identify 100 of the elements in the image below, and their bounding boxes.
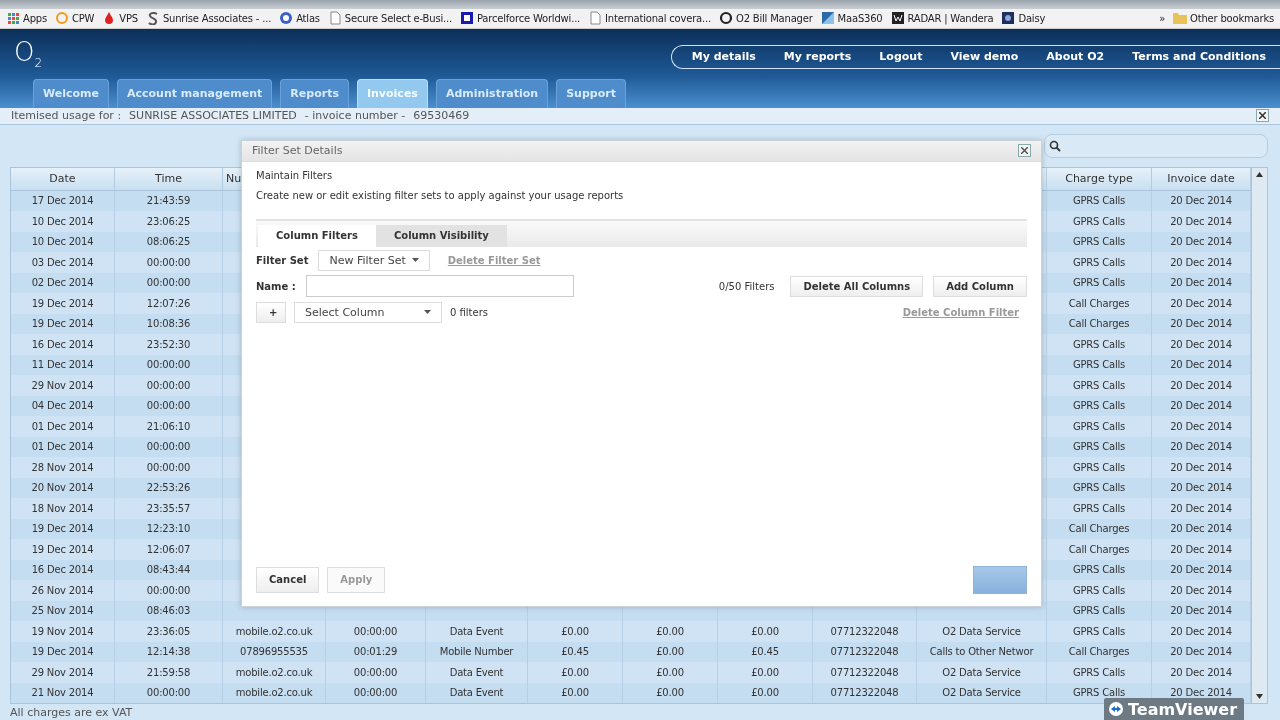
- table-cell: O2 Data Service: [917, 621, 1047, 642]
- footer-note: All charges are ex VAT: [10, 705, 133, 719]
- swirl-icon: [145, 11, 160, 26]
- bookmark[interactable]: Daisy: [1001, 11, 1046, 26]
- table-cell: GPRS Calls: [1047, 498, 1152, 519]
- search-field[interactable]: [1044, 133, 1268, 158]
- table-cell: Call Charges: [1047, 293, 1152, 314]
- bookmark[interactable]: VPS: [102, 11, 138, 26]
- page-icon: [588, 11, 603, 26]
- table-cell: 03 Dec 2014: [11, 252, 115, 273]
- bookmark[interactable]: MaaS360: [820, 11, 883, 26]
- table-cell: 29 Nov 2014: [11, 375, 115, 396]
- more-bookmarks-button[interactable]: »: [1159, 12, 1166, 24]
- table-cell: 23:36:05: [115, 621, 223, 642]
- header-link[interactable]: Logout: [865, 50, 937, 64]
- table-cell: £0.00: [528, 621, 623, 642]
- table-cell: £0.00: [718, 621, 813, 642]
- bookmark[interactable]: O2 Bill Manager: [718, 11, 813, 26]
- ring-icon: [718, 11, 733, 26]
- info-label: - invoice number -: [304, 109, 406, 123]
- bookmark[interactable]: Atlas: [279, 11, 320, 26]
- header-link[interactable]: About O2: [1032, 50, 1119, 64]
- table-cell: 07712322048: [813, 662, 917, 683]
- table-cell: £0.00: [623, 682, 718, 703]
- cancel-button[interactable]: Cancel: [256, 566, 320, 593]
- table-cell: mobile.o2.co.uk: [223, 621, 326, 642]
- bookmark[interactable]: International covera...: [588, 11, 711, 26]
- table-cell: 19 Nov 2014: [11, 621, 115, 642]
- table-cell: 07712322048: [813, 682, 917, 703]
- dialog-tab[interactable]: Column Visibility: [375, 224, 507, 247]
- dialog-description: Create new or edit existing filter sets to apply against your usage reports: [256, 189, 625, 201]
- add-button[interactable]: +: [256, 301, 286, 323]
- bookmark[interactable]: Sunrise Associates - ...: [145, 11, 272, 26]
- bookmark[interactable]: Other bookmarks: [1173, 12, 1274, 25]
- table-cell: GPRS Calls: [1047, 252, 1152, 273]
- table-cell: £0.00: [718, 662, 813, 683]
- table-cell: mobile.o2.co.uk: [223, 682, 326, 703]
- table-row[interactable]: 29 Nov 2014 21:59:58 mobile.o2.co.uk 00:00:00 Data Event £0.00 £0.00 £0.00 07712322048 O2 Data Service GPRS Calls 20 Dec 2014: [11, 662, 1251, 683]
- delete-all-columns-button[interactable]: Delete All Columns: [790, 275, 924, 297]
- column-header[interactable]: Charge type: [1047, 167, 1152, 190]
- bookmark[interactable]: Parcelforce Worldwi...: [459, 11, 581, 26]
- column-dropdown[interactable]: Select Column: [294, 301, 442, 323]
- table-cell: 28 Nov 2014: [11, 457, 115, 478]
- table-cell: 12:06:07: [115, 539, 223, 560]
- scrollbar[interactable]: [1251, 167, 1267, 703]
- table-cell: 23:35:57: [115, 498, 223, 519]
- tile-icon: [820, 11, 835, 26]
- filter-count: 0 filters: [450, 306, 488, 318]
- table-cell: 00:00:00: [115, 580, 223, 601]
- table-cell: 21 Nov 2014: [11, 682, 115, 703]
- logo[interactable]: O$_{2}$: [14, 37, 43, 71]
- header-link[interactable]: My reports: [769, 50, 866, 64]
- dialog-heading: Maintain Filters: [256, 169, 334, 181]
- table-cell: Data Event: [426, 621, 528, 642]
- table-cell: 00:00:00: [115, 252, 223, 273]
- column-header[interactable]: Time: [115, 167, 223, 190]
- header-link[interactable]: View demo: [936, 50, 1033, 64]
- bookmark[interactable]: RADAR | Wandera: [890, 11, 994, 26]
- name-input[interactable]: [306, 275, 574, 297]
- dialog-title: Filter Set Details: [252, 144, 343, 157]
- bookmark[interactable]: CPW: [54, 11, 95, 26]
- table-cell: £0.00: [718, 682, 813, 703]
- teamviewer-badge[interactable]: TeamViewer: [1104, 698, 1244, 720]
- table-cell: GPRS Calls: [1047, 334, 1152, 355]
- column-header[interactable]: Date: [11, 167, 115, 190]
- page-icon: [327, 11, 342, 26]
- table-cell: 00:00:00: [326, 621, 426, 642]
- add-column-button[interactable]: Add Column: [933, 275, 1027, 297]
- table-cell: GPRS Calls: [1047, 621, 1152, 642]
- table-row[interactable]: 19 Nov 2014 23:36:05 mobile.o2.co.uk 00:00:00 Data Event £0.00 £0.00 £0.00 07712322048 O2 Data Service GPRS Calls 20 Dec 2014: [11, 621, 1251, 642]
- ring-icon: [54, 11, 69, 26]
- table-cell: GPRS Calls: [1047, 375, 1152, 396]
- table-cell: 26 Nov 2014: [11, 580, 115, 601]
- header-link[interactable]: My details: [677, 50, 770, 64]
- tile-icon: [1001, 11, 1016, 26]
- table-cell: 10 Dec 2014: [11, 211, 115, 232]
- close-button[interactable]: [1256, 109, 1269, 123]
- close-icon: [1259, 112, 1266, 120]
- table-cell: £0.00: [623, 662, 718, 683]
- table-cell: O2 Data Service: [917, 682, 1047, 703]
- table-cell: 00:00:00: [115, 682, 223, 703]
- bookmark[interactable]: Apps: [6, 11, 47, 26]
- dialog-tab[interactable]: Column Filters: [258, 224, 376, 247]
- confirm-button[interactable]: [973, 565, 1027, 594]
- filter-set-dropdown[interactable]: New Filter Set: [318, 249, 430, 271]
- table-cell: 16 Dec 2014: [11, 334, 115, 355]
- table-row[interactable]: 19 Dec 2014 12:14:38 07896955535 00:01:29 Mobile Number £0.45 £0.00 £0.45 07712322048 Calls to Other Networ Call Charges 20 Dec 2014: [11, 641, 1251, 662]
- table-cell: 29 Nov 2014: [11, 662, 115, 683]
- globe-icon: [279, 11, 294, 26]
- table-cell: 18 Nov 2014: [11, 498, 115, 519]
- table-cell: GPRS Calls: [1047, 416, 1152, 437]
- scroll-down-icon: [1256, 694, 1263, 699]
- table-cell: Call Charges: [1047, 539, 1152, 560]
- bookmark[interactable]: Secure Select e-Busi...: [327, 11, 452, 26]
- header-link[interactable]: Terms and Conditions: [1118, 50, 1280, 64]
- table-cell: 00:00:00: [326, 662, 426, 683]
- table-cell: 00:00:00: [115, 457, 223, 478]
- info-label: Itemised usage for :: [11, 109, 122, 123]
- table-cell: 07712322048: [813, 621, 917, 642]
- close-button[interactable]: [1018, 144, 1031, 157]
